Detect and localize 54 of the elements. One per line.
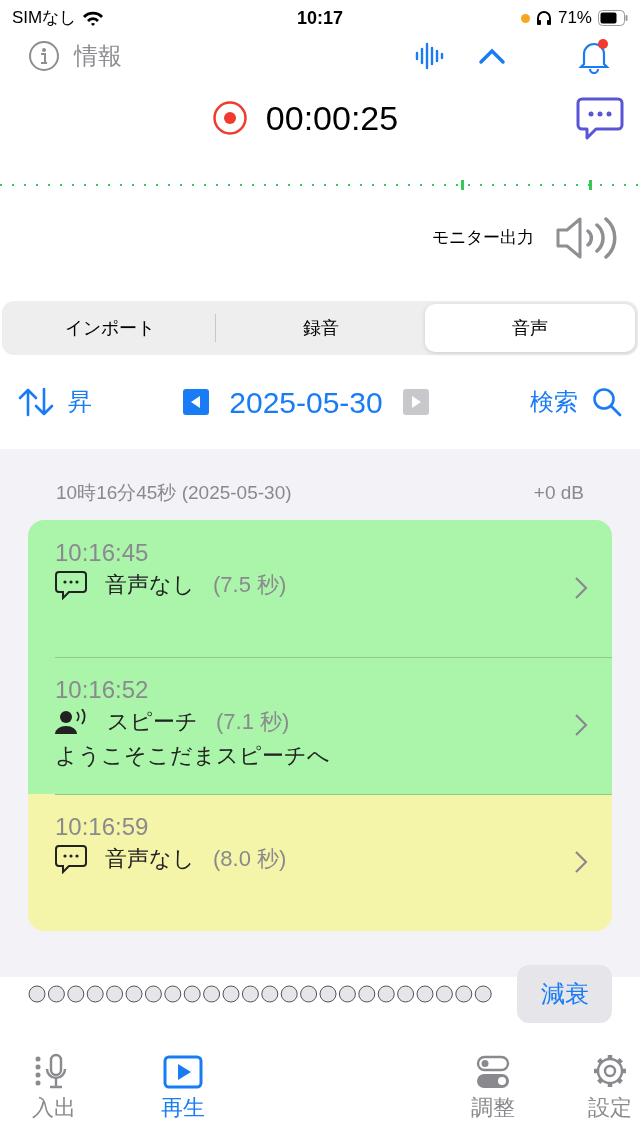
monitor-output-label: モニター出力 [432, 227, 534, 250]
recording-entry[interactable]: 10:16:45 音声なし (7.5 秒) [28, 519, 612, 657]
entry-duration: (8.0 秒) [213, 845, 287, 873]
speaker-icon[interactable] [554, 215, 618, 261]
battery-percent: 71% [557, 7, 592, 30]
elapsed-time: 00:00:25 [265, 97, 399, 139]
clock-time: 10:17 [296, 6, 343, 30]
info-button[interactable]: 情報 [28, 38, 122, 74]
gain-label: +0 dB [533, 481, 584, 505]
speaking-person-icon [55, 708, 89, 735]
entry-label: 音声なし [105, 845, 195, 873]
carrier-label: SIMなし [12, 7, 77, 30]
wifi-icon [82, 10, 105, 26]
section-header: 10時16分45秒 (2025-05-30) [56, 481, 292, 505]
tab-bar-item[interactable]: 入出 [24, 1053, 84, 1124]
search-button[interactable]: 検索 [530, 384, 622, 420]
recording-entry[interactable]: 10:16:59 音声なし (8.0 秒) [28, 793, 612, 931]
battery-icon [598, 10, 628, 26]
chevron-right-icon [574, 850, 588, 874]
entry-duration: (7.1 秒) [216, 708, 290, 736]
search-icon [592, 387, 622, 417]
date-label: 2025-05-30 [229, 384, 383, 421]
chevron-up-icon[interactable] [478, 47, 506, 65]
bell-icon[interactable] [576, 38, 612, 74]
segment-tab[interactable]: 音声 [425, 304, 635, 352]
sort-arrows-icon [18, 387, 54, 417]
chat-bubble-icon [55, 843, 87, 874]
tab-bar-item[interactable]: 再生 [153, 1055, 213, 1124]
recording-entry[interactable]: 10:16:52 スピーチ (7.1 秒) ようこそこだまスピーチへ [28, 656, 612, 794]
chat-bubble-icon [55, 569, 87, 600]
tab-bar-item[interactable]: 設定 [580, 1053, 640, 1124]
chevron-right-icon [574, 713, 588, 737]
segment-tab[interactable]: 録音 [215, 304, 426, 352]
info-icon [28, 40, 60, 72]
headphones-icon [535, 10, 552, 26]
chat-bubble-icon[interactable] [576, 96, 624, 142]
segment-tab[interactable]: インポート [5, 304, 215, 352]
attenuate-button[interactable]: 減衰 [517, 965, 612, 1023]
settings-icon [592, 1053, 629, 1089]
previous-day-icon[interactable] [183, 389, 210, 415]
entry-time: 10:16:45 [55, 537, 150, 568]
entry-time: 10:16:52 [55, 674, 150, 705]
transcript-text: ようこそこだまスピーチへ [55, 741, 331, 770]
play-icon [163, 1055, 204, 1089]
entry-time: 10:16:59 [55, 811, 150, 842]
chevron-right-icon [574, 576, 588, 600]
record-icon[interactable] [211, 100, 248, 136]
toggles-icon [475, 1055, 510, 1089]
entry-label: スピーチ [107, 708, 198, 736]
entry-duration: (7.5 秒) [213, 571, 287, 599]
sort-button[interactable]: 昇 [18, 384, 92, 420]
tab-bar-item[interactable]: 調整 [463, 1055, 523, 1124]
waveform-icon[interactable] [414, 40, 446, 72]
entry-label: 音声なし [105, 571, 195, 599]
